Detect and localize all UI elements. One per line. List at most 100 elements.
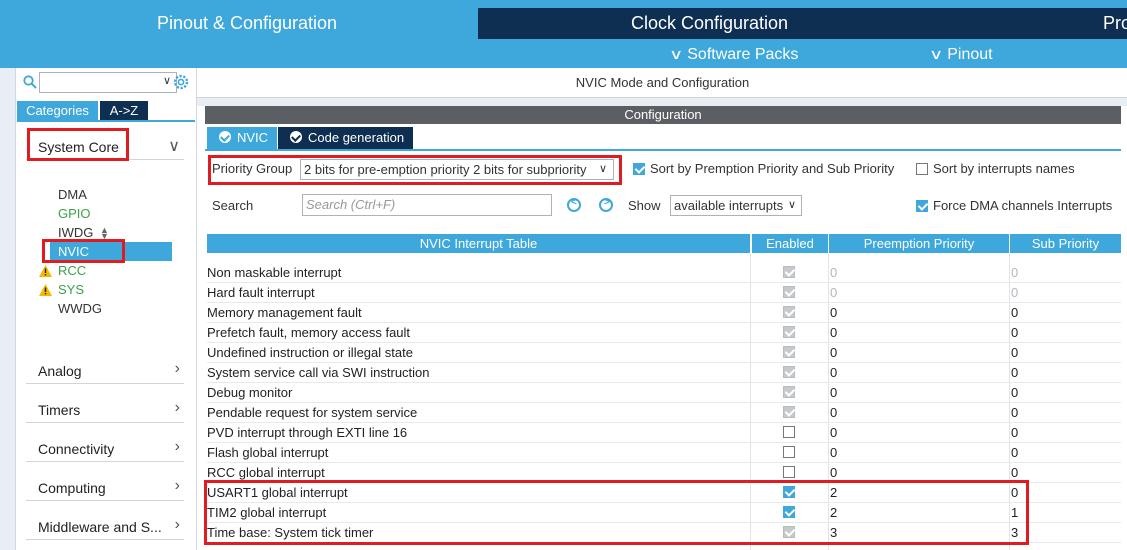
sub-priority-cell[interactable]: 0 [1011, 365, 1018, 380]
sort-names-checkbox[interactable] [916, 163, 928, 175]
scroll-indicator-icon[interactable]: ▲ ▼ [100, 226, 109, 241]
column-header-sub-priority[interactable]: Sub Priority [1010, 234, 1121, 253]
enabled-checkbox [783, 366, 795, 378]
sort-premption-checkbox[interactable] [633, 163, 645, 175]
preemption-priority-cell[interactable]: 0 [830, 285, 837, 300]
table-row[interactable]: Hard fault interrupt 0 0 [207, 283, 1121, 303]
preemption-priority-cell[interactable]: 0 [830, 425, 837, 440]
arrow-right-icon: > [604, 197, 610, 208]
tab-code-generation[interactable]: Code generation [278, 127, 413, 149]
preemption-priority-cell[interactable]: 0 [830, 385, 837, 400]
sub-priority-cell[interactable]: 0 [1011, 425, 1018, 440]
sub-priority-cell[interactable]: 0 [1011, 405, 1018, 420]
arrow-left-icon: < [571, 197, 577, 208]
preemption-priority-cell[interactable]: 0 [830, 365, 837, 380]
left-window-strip [0, 0, 16, 550]
chevron-down-icon: ∨ [668, 46, 684, 62]
check-circle-icon [290, 131, 302, 143]
sub-priority-cell[interactable]: 0 [1011, 265, 1018, 280]
chevron-down-icon: ∨ [787, 199, 796, 211]
tab-nvic[interactable]: NVIC [207, 127, 277, 149]
highlight-nvic [42, 239, 125, 263]
table-row[interactable]: PVD interrupt through EXTI line 16 0 0 [207, 423, 1121, 443]
table-row[interactable]: Debug monitor 0 0 [207, 383, 1121, 403]
show-select[interactable]: available interrupts ∨ [670, 195, 802, 216]
sub-priority-cell[interactable]: 0 [1011, 325, 1018, 340]
column-header-enabled[interactable]: Enabled [752, 234, 828, 253]
column-header-interrupt[interactable]: NVIC Interrupt Table [207, 234, 750, 253]
table-row[interactable]: Pendable request for system service 0 0 [207, 403, 1121, 423]
interrupt-name: Pendable request for system service [207, 405, 418, 420]
enabled-checkbox [783, 386, 795, 398]
interrupt-name: Hard fault interrupt [207, 285, 315, 300]
interrupt-name: Undefined instruction or illegal state [207, 345, 413, 360]
table-row[interactable]: Non maskable interrupt 0 0 [207, 263, 1121, 283]
pinout-label: Pinout [947, 46, 993, 63]
category-computing[interactable]: Computing › [26, 475, 184, 501]
category-analog[interactable]: Analog › [26, 358, 184, 384]
sidebar-item-rcc[interactable]: RCC [58, 261, 86, 280]
preemption-priority-cell[interactable]: 0 [830, 405, 837, 420]
enabled-checkbox [783, 406, 795, 418]
table-row[interactable]: Flash global interrupt 0 0 [207, 443, 1121, 463]
category-connectivity[interactable]: Connectivity › [26, 436, 184, 462]
sub-priority-cell[interactable]: 0 [1011, 465, 1018, 480]
enabled-checkbox[interactable] [783, 446, 795, 458]
preemption-priority-cell[interactable]: 0 [830, 305, 837, 320]
sub-priority-cell[interactable]: 0 [1011, 385, 1018, 400]
sub-priority-cell[interactable]: 0 [1011, 285, 1018, 300]
interrupt-name: System service call via SWI instruction [207, 365, 430, 380]
tab-underline [17, 120, 195, 122]
preemption-priority-cell[interactable]: 0 [830, 465, 837, 480]
category-middleware[interactable]: Middleware and S... › [26, 514, 184, 540]
sidebar-item-gpio[interactable]: GPIO [58, 204, 91, 223]
interrupt-name: Flash global interrupt [207, 445, 329, 460]
tab-categories[interactable]: Categories [17, 101, 98, 120]
search-input[interactable]: Search (Ctrl+F) [302, 194, 552, 216]
sub-priority-cell[interactable]: 0 [1011, 305, 1018, 320]
sidebar-item-dma[interactable]: DMA [58, 185, 87, 204]
column-header-preemption[interactable]: Preemption Priority [829, 234, 1009, 253]
chevron-down-icon: ∨ [168, 138, 180, 155]
sort-premption-label: Sort by Premption Priority and Sub Prior… [650, 161, 895, 176]
sub-priority-cell[interactable]: 0 [1011, 445, 1018, 460]
sub-priority-cell[interactable]: 0 [1011, 345, 1018, 360]
table-row[interactable]: Memory management fault 0 0 [207, 303, 1121, 323]
enabled-checkbox [783, 306, 795, 318]
software-packs-label: Software Packs [687, 46, 799, 63]
enabled-checkbox[interactable] [783, 466, 795, 478]
computing-label: Computing [38, 480, 106, 496]
tab-project-manager[interactable]: Project Manager [941, 8, 1127, 39]
search-previous-button[interactable]: < [567, 197, 581, 212]
search-next-button[interactable]: > [599, 197, 613, 212]
category-timers[interactable]: Timers › [26, 397, 184, 423]
preemption-priority-cell[interactable]: 0 [830, 265, 837, 280]
chevron-right-icon: › [174, 360, 180, 377]
gear-icon[interactable] [172, 73, 190, 91]
warning-icon [39, 284, 52, 296]
search-icon[interactable] [23, 75, 37, 89]
enabled-checkbox[interactable] [783, 426, 795, 438]
preemption-priority-cell[interactable]: 0 [830, 345, 837, 360]
sidebar-item-sys[interactable]: SYS [58, 280, 84, 299]
preemption-priority-cell[interactable]: 0 [830, 325, 837, 340]
sidebar-item-wwdg[interactable]: WWDG [58, 299, 102, 318]
force-dma-checkbox[interactable] [916, 200, 928, 212]
preemption-priority-cell[interactable]: 0 [830, 445, 837, 460]
table-row[interactable]: Prefetch fault, memory access fault 0 0 [207, 323, 1121, 343]
table-row[interactable]: System service call via SWI instruction 0… [207, 363, 1121, 383]
analog-label: Analog [38, 363, 82, 379]
category-search-select[interactable]: ∨ [39, 72, 177, 93]
pinout-menu[interactable]: ∨ Pinout [929, 40, 993, 68]
check-circle-icon [219, 131, 231, 143]
table-row[interactable]: Undefined instruction or illegal state 0 0 [207, 343, 1121, 363]
tab-a-to-z[interactable]: A->Z [100, 101, 148, 120]
tab-pinout-configuration[interactable]: Pinout & Configuration [16, 8, 478, 39]
nvic-configuration-panel: NVIC Mode and Configuration Configuratio… [196, 68, 1127, 550]
interrupt-name: PVD interrupt through EXTI line 16 [207, 425, 408, 440]
highlight-system-core [27, 128, 129, 161]
chevron-right-icon: › [174, 477, 180, 494]
tab-clock-configuration[interactable]: Clock Configuration [478, 8, 941, 39]
software-packs-menu[interactable]: ∨ Software Packs [668, 40, 799, 68]
chevron-right-icon: › [174, 516, 180, 533]
